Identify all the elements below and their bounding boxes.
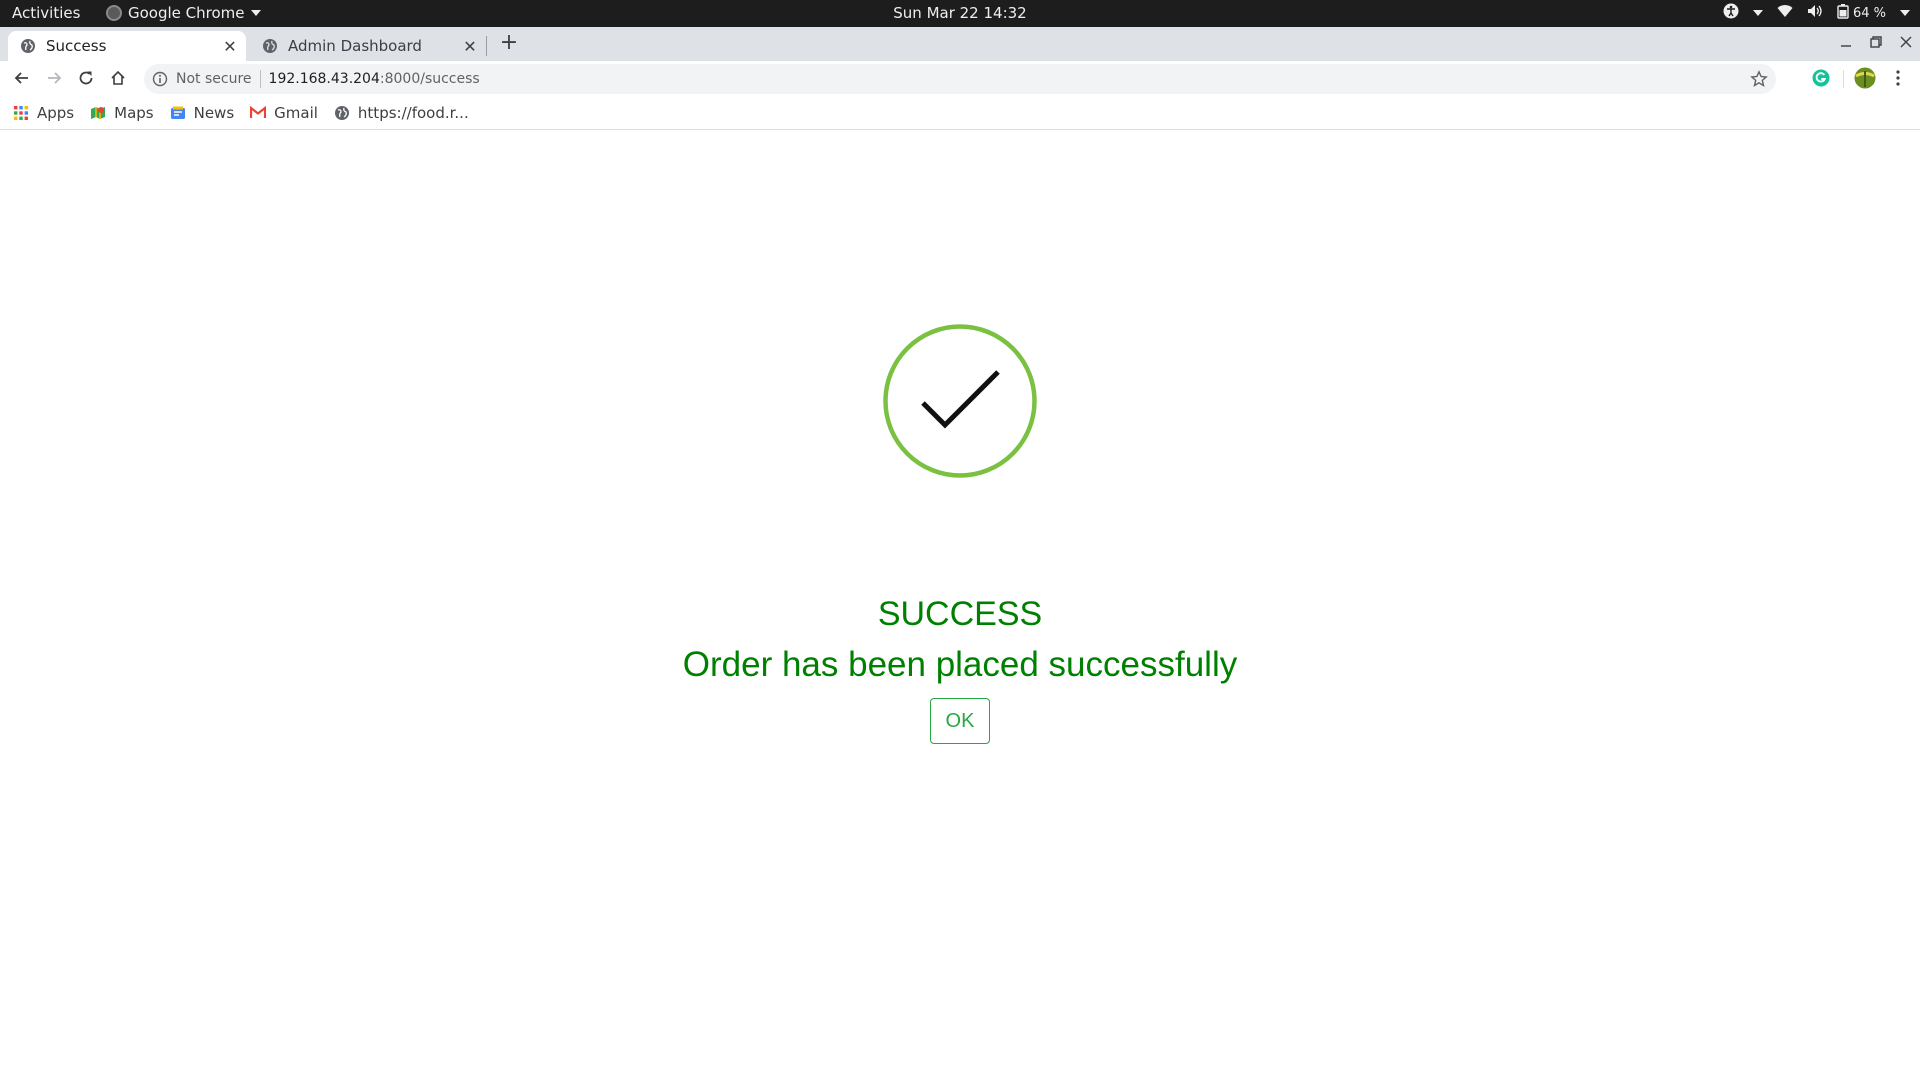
bookmark-label: Maps [114,103,154,122]
tab-admin-dashboard[interactable]: Admin Dashboard ✕ [250,31,486,61]
chevron-down-icon [1752,10,1763,16]
tab-title: Admin Dashboard [288,37,422,55]
close-icon[interactable]: ✕ [458,37,482,56]
back-button[interactable] [8,64,36,92]
chrome-app-icon [106,5,122,21]
system-tray[interactable]: 64 % [1723,3,1910,23]
restore-icon[interactable] [1870,36,1882,52]
success-heading: SUCCESS [877,595,1043,633]
address-bar[interactable]: Not secure 192.168.43.204:8000/success [144,64,1776,94]
app-menu[interactable]: Google Chrome [106,4,261,22]
bookmark-food[interactable]: https://food.r... [334,104,469,122]
forward-button[interactable] [40,64,68,92]
bookmark-label: Apps [37,103,75,122]
new-tab-button[interactable]: + [496,30,522,56]
bookmarks-bar: Apps Maps News Gmail https://food.r... [0,96,1920,130]
toolbar-divider [1843,70,1844,88]
battery-icon [1837,3,1849,23]
tab-strip: Success ✕ Admin Dashboard ✕ [0,27,1920,61]
success-message: Order has been placed successfully [682,645,1238,684]
news-icon [170,105,186,121]
bookmark-star-icon[interactable] [1750,70,1768,88]
wifi-icon [1777,4,1793,22]
accessibility-icon[interactable] [1723,3,1739,23]
bookmark-apps[interactable]: Apps [13,104,74,122]
gmail-icon [250,105,267,121]
tab-title: Success [46,37,107,55]
page-content: SUCCESS Order has been placed successful… [0,131,1920,1080]
back-arrow-icon [14,72,28,84]
info-icon[interactable] [152,71,168,87]
clock[interactable]: Sun Mar 22 14:32 [893,4,1026,22]
battery-percent: 64 % [1852,5,1886,21]
browser-toolbar: Not secure 192.168.43.204:8000/success [0,61,1920,96]
close-window-icon[interactable] [1900,36,1912,52]
bookmark-label: https://food.r... [357,103,469,122]
grammarly-icon[interactable] [1809,66,1833,90]
activities-button[interactable]: Activities [12,4,80,22]
window-controls [1840,27,1912,61]
ok-button[interactable]: OK [930,698,990,744]
security-label[interactable]: Not secure [176,71,252,87]
bookmark-label: News [193,103,235,122]
url-host: 192.168.43.204 [268,71,380,87]
more-vert-icon [1896,70,1900,86]
system-top-bar: Activities Google Chrome Sun Mar 22 14:3… [0,0,1920,27]
url-path: :8000/success [379,71,480,87]
reload-icon [79,71,93,85]
apps-grid-icon [13,105,29,121]
address-divider [259,70,261,88]
tab-divider [486,36,487,56]
chevron-down-icon [1900,10,1910,16]
chevron-down-icon [250,10,261,16]
bookmark-gmail[interactable]: Gmail [250,104,318,122]
globe-icon [334,105,350,121]
bookmark-label: Gmail [274,103,318,122]
tab-success[interactable]: Success ✕ [8,31,246,61]
globe-icon [21,39,35,53]
volume-icon [1807,4,1823,22]
close-icon[interactable]: ✕ [218,37,242,56]
reload-button[interactable] [72,64,100,92]
success-check-icon [883,324,1037,478]
forward-arrow-icon [48,72,62,84]
app-name: Google Chrome [128,4,245,22]
chrome-menu-button[interactable] [1886,66,1910,90]
maps-icon [90,105,106,121]
bookmark-news[interactable]: News [170,103,235,122]
bookmark-maps[interactable]: Maps [90,103,154,122]
minimize-icon[interactable] [1840,36,1852,52]
profile-avatar[interactable] [1853,66,1877,90]
home-button[interactable] [104,64,132,92]
globe-icon [263,39,277,53]
home-icon [111,70,125,85]
